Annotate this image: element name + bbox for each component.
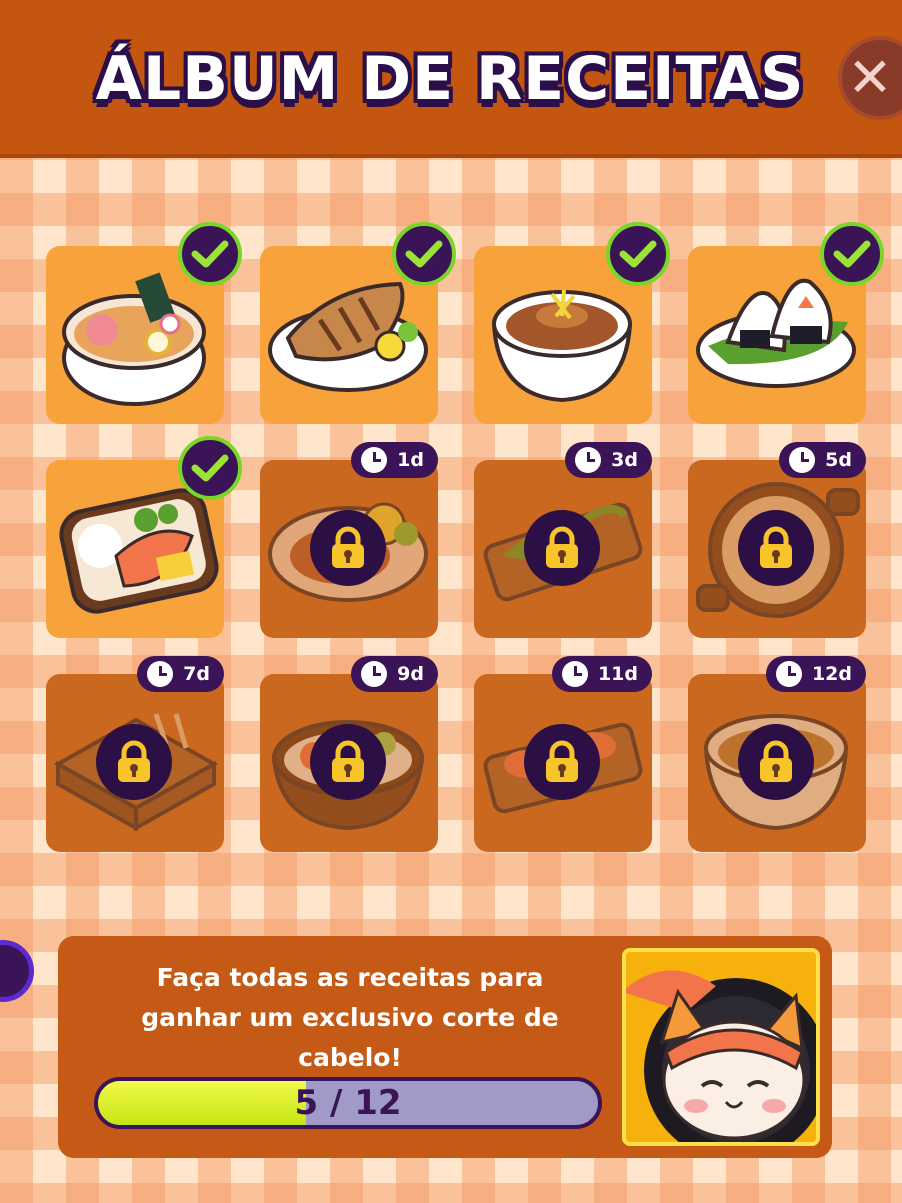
clock-icon bbox=[789, 447, 816, 473]
cat-sushi-haircut-icon[interactable] bbox=[622, 948, 820, 1146]
completed-check-icon bbox=[178, 222, 242, 286]
recipe-tile-rice-pan[interactable]: 5d bbox=[688, 442, 866, 638]
progress-label: 5 / 12 bbox=[294, 1083, 402, 1123]
clock-icon bbox=[575, 447, 602, 473]
recipe-tile-onigiri[interactable] bbox=[688, 222, 884, 424]
reward-text-line-2: ganhar um exclusivo corte de bbox=[141, 1003, 559, 1032]
unlock-timer-badge: 1d bbox=[351, 442, 438, 478]
padlock-icon bbox=[738, 510, 814, 586]
unlock-timer-badge: 11d bbox=[551, 656, 652, 692]
clock-icon bbox=[775, 661, 802, 687]
padlock-icon bbox=[524, 510, 600, 586]
clock-icon bbox=[147, 661, 174, 687]
recipe-tile-sushi-platter[interactable]: 11d bbox=[474, 656, 652, 852]
unlock-timer-badge: 12d bbox=[765, 656, 866, 692]
padlock-icon bbox=[738, 724, 814, 800]
recipe-tile-bento[interactable] bbox=[46, 436, 242, 638]
padlock-icon bbox=[310, 510, 386, 586]
page-title: ÁLBUM DE RECEITAS bbox=[95, 44, 805, 114]
recipe-tile-ramen[interactable] bbox=[46, 222, 242, 424]
recipe-tile-poke-bowl[interactable]: 9d bbox=[260, 656, 438, 852]
recipe-tile-yakitori-box[interactable]: 7d bbox=[46, 656, 224, 852]
close-button[interactable]: ✕ bbox=[838, 36, 902, 120]
padlock-icon bbox=[524, 724, 600, 800]
unlock-timer-badge: 9d bbox=[351, 656, 438, 692]
header-bar: ÁLBUM DE RECEITAS ✕ bbox=[0, 0, 902, 158]
unlock-timer-badge: 7d bbox=[137, 656, 224, 692]
completed-check-icon bbox=[392, 222, 456, 286]
timer-label: 9d bbox=[397, 663, 424, 685]
recipe-tile-curry-bowl[interactable] bbox=[474, 222, 670, 424]
timer-label: 11d bbox=[597, 663, 638, 685]
timer-label: 5d bbox=[825, 449, 852, 471]
timer-label: 3d bbox=[611, 449, 638, 471]
unlock-timer-badge: 5d bbox=[779, 442, 866, 478]
recipe-tile-fish-plate[interactable]: 1d bbox=[260, 442, 438, 638]
unlock-timer-badge: 3d bbox=[565, 442, 652, 478]
completed-check-icon bbox=[820, 222, 884, 286]
timer-label: 1d bbox=[397, 449, 424, 471]
clock-icon bbox=[561, 661, 588, 687]
clock-icon bbox=[361, 447, 388, 473]
timer-label: 7d bbox=[183, 663, 210, 685]
recipe-tile-grilled-fish[interactable] bbox=[260, 222, 456, 424]
recipe-tile-soup-bowl[interactable]: 12d bbox=[688, 656, 866, 852]
padlock-icon bbox=[96, 724, 172, 800]
padlock-icon bbox=[310, 724, 386, 800]
reward-text-line-3: cabelo! bbox=[298, 1043, 402, 1072]
clock-icon bbox=[361, 661, 388, 687]
help-button[interactable] bbox=[0, 940, 34, 1002]
recipe-progress-bar: 5 / 12 bbox=[94, 1077, 602, 1129]
reward-text-line-1: Faça todas as receitas para bbox=[156, 963, 544, 992]
timer-label: 12d bbox=[811, 663, 852, 685]
completed-check-icon bbox=[178, 436, 242, 500]
close-icon: ✕ bbox=[847, 46, 893, 109]
reward-description: Faça todas as receitas para ganhar um ex… bbox=[100, 958, 600, 1078]
recipe-tile-sushi-board[interactable]: 3d bbox=[474, 442, 652, 638]
completed-check-icon bbox=[606, 222, 670, 286]
